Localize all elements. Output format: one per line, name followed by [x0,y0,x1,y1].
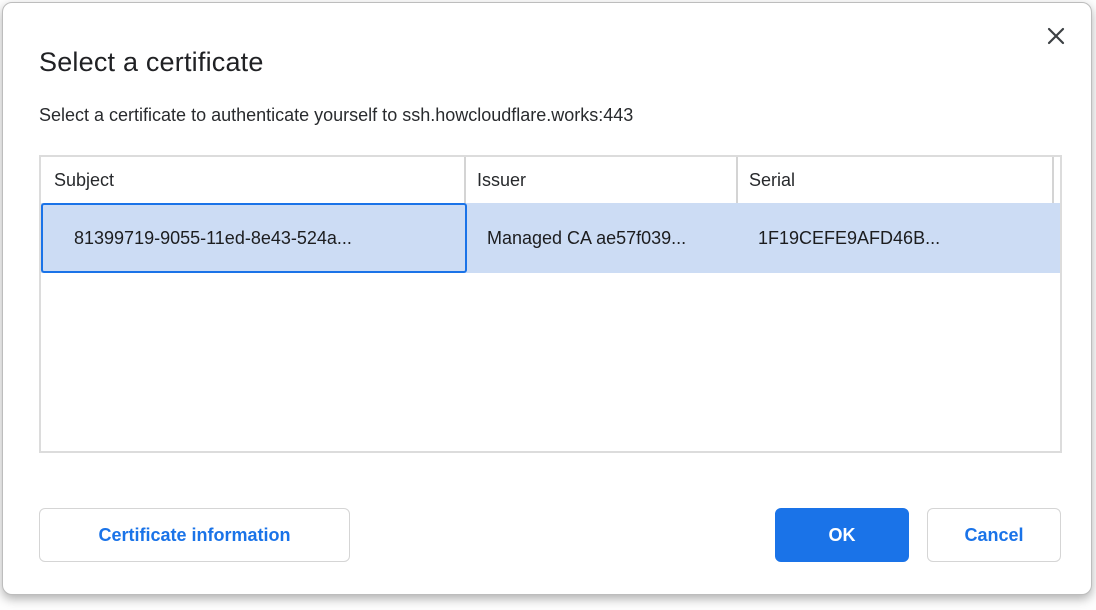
column-header-subject[interactable]: Subject [41,157,466,203]
certificate-row[interactable]: 81399719-9055-11ed-8e43-524a... Managed … [41,203,1060,273]
certificate-table: Subject Issuer Serial 81399719-9055-11ed… [39,155,1062,453]
close-icon [1046,26,1066,46]
certificate-information-button[interactable]: Certificate information [39,508,350,562]
close-button[interactable] [1039,19,1073,53]
column-header-serial[interactable]: Serial [738,157,1054,203]
dialog-title: Select a certificate [39,47,264,78]
column-header-gutter [1054,157,1060,203]
dialog-subtitle: Select a certificate to authenticate you… [39,105,633,126]
certificate-serial-cell[interactable]: 1F19CEFE9AFD46B... [738,203,1060,273]
certificate-subject-cell[interactable]: 81399719-9055-11ed-8e43-524a... [41,203,467,273]
column-header-issuer[interactable]: Issuer [466,157,738,203]
certificate-issuer-cell[interactable]: Managed CA ae57f039... [467,203,738,273]
ok-button[interactable]: OK [775,508,909,562]
table-header-row: Subject Issuer Serial [41,157,1060,203]
cancel-button[interactable]: Cancel [927,508,1061,562]
select-certificate-dialog: Select a certificate Select a certificat… [2,2,1092,595]
